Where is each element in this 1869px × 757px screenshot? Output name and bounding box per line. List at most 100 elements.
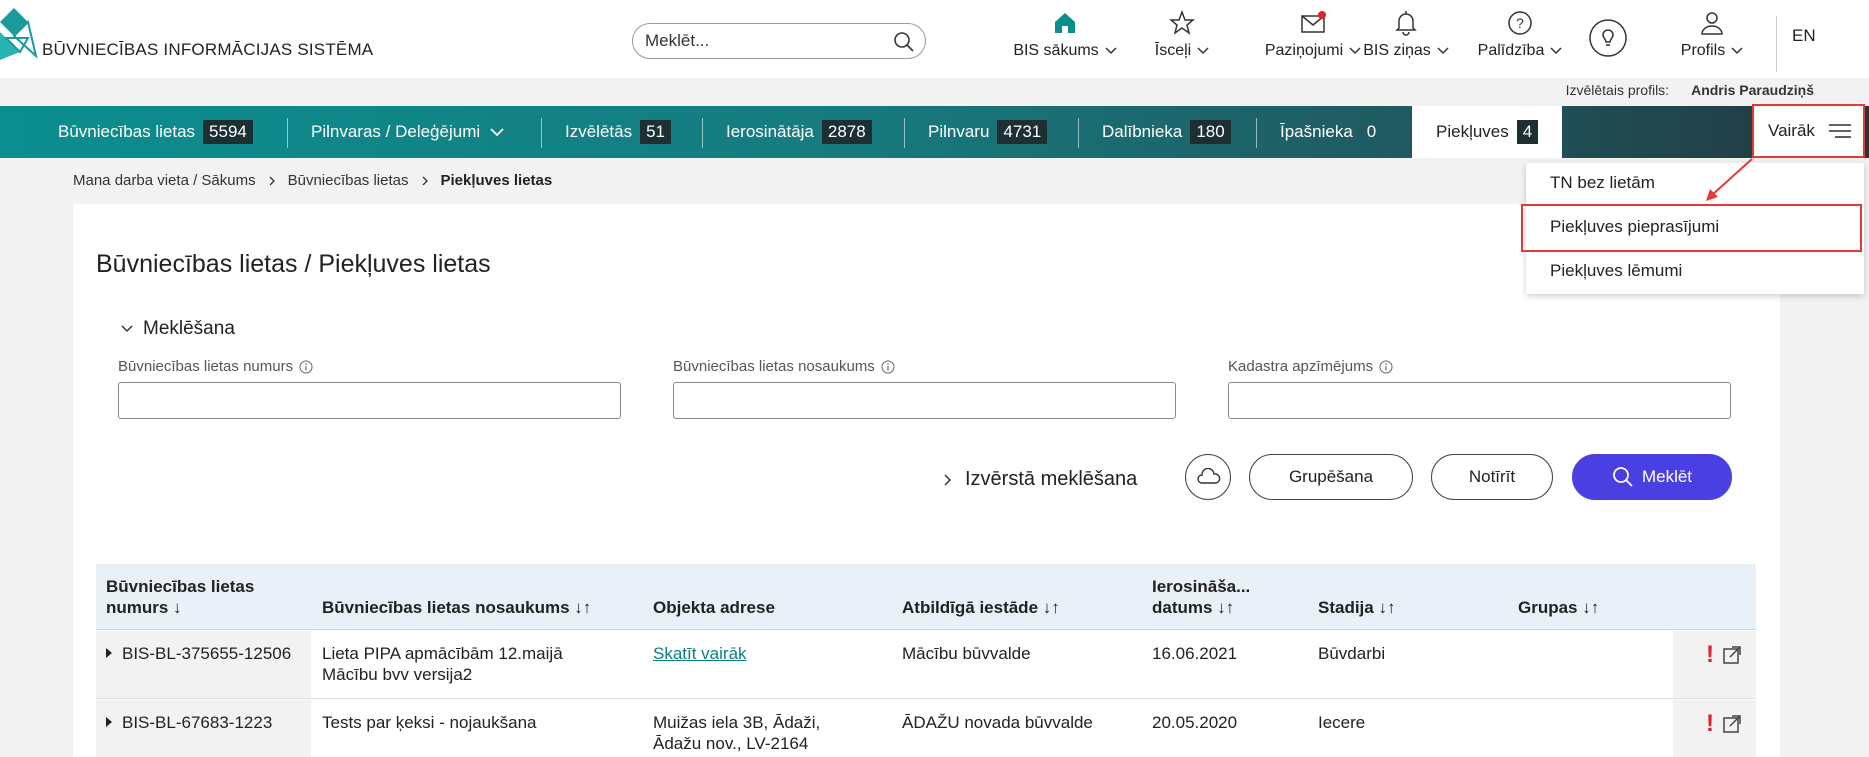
chevron-down-icon — [490, 127, 504, 136]
expand-row-icon[interactable] — [106, 717, 112, 727]
user-icon — [1701, 12, 1723, 35]
nav-help[interactable]: ? Palīdzība — [1470, 10, 1570, 70]
advanced-search-toggle[interactable]: Izvērstā meklēšana — [943, 468, 1137, 491]
info-icon[interactable] — [881, 360, 895, 374]
tab-label: Būvniecības lietas — [58, 122, 196, 141]
svg-text:?: ? — [1516, 15, 1524, 31]
breadcrumb: Mana darba vieta / Sākums Būvniecības li… — [73, 172, 552, 189]
expand-row-icon[interactable] — [106, 648, 112, 658]
help-icon: ? — [1508, 11, 1532, 35]
nav-shortcuts[interactable]: Īsceļi — [1142, 10, 1222, 70]
cadastre-label: Kadastra apzīmējums — [1228, 358, 1393, 375]
tab-divider — [904, 118, 905, 148]
tab-izveletas[interactable]: Izvēlētās 51 — [565, 106, 672, 158]
global-search[interactable] — [632, 23, 926, 59]
selected-profile: Izvēlētais profils: Andris Paraudziņš — [1566, 82, 1814, 98]
initiation-date: 16.06.2021 — [1152, 644, 1238, 663]
nav-bis-news[interactable]: BIS ziņas — [1356, 10, 1456, 70]
search-button[interactable]: Meklēt — [1572, 454, 1732, 500]
tab-pilnvaras[interactable]: Pilnvaras / Deleģējumi — [311, 106, 504, 158]
nav-profile[interactable]: Profils — [1672, 10, 1752, 70]
info-icon[interactable] — [299, 360, 313, 374]
chevron-down-icon — [121, 325, 133, 333]
tab-ierosinataja[interactable]: Ierosinātāja 2878 — [726, 106, 872, 158]
menu-item-access-decisions[interactable]: Piekļuves lēmumi — [1550, 261, 1682, 281]
field-label-text: Būvniecības lietas nosaukums — [673, 358, 875, 375]
profile-name[interactable]: Andris Paraudziņš — [1691, 82, 1814, 98]
tab-label: Pilnvaru — [928, 122, 990, 141]
annotation-arrow-icon — [1706, 158, 1753, 201]
mail-icon — [1301, 11, 1326, 33]
grouping-button[interactable]: Grupēšana — [1249, 454, 1413, 500]
chevron-down-icon — [1437, 47, 1449, 54]
search-input[interactable] — [645, 30, 885, 52]
nav-label: Profils — [1680, 42, 1726, 59]
column-header-address: Objekta adrese — [653, 598, 775, 617]
case-tabs: Būvniecības lietas 5594 Pilnvaras / Deleģ… — [0, 106, 1869, 158]
tab-count: 180 — [1190, 120, 1231, 144]
info-icon[interactable] — [1379, 360, 1393, 374]
column-header-groups[interactable]: Grupas ↓↑ — [1518, 597, 1599, 618]
case-name-label: Būvniecības lietas nosaukums — [673, 358, 895, 375]
chevron-down-icon — [1197, 47, 1209, 54]
column-header-stage[interactable]: Stadija ↓↑ — [1318, 597, 1395, 618]
search-button-label: Meklēt — [1641, 467, 1693, 486]
more-menu-button[interactable]: Vairāk — [1752, 104, 1865, 158]
column-header-number[interactable]: Būvniecības lietas numurs ↓ — [106, 576, 296, 618]
saved-search-button[interactable] — [1185, 454, 1231, 500]
language-switch[interactable]: EN — [1792, 26, 1816, 46]
chevron-down-icon — [1550, 47, 1562, 54]
case-number-input[interactable] — [118, 382, 621, 419]
case-number-label: Būvniecības lietas numurs — [118, 358, 313, 375]
tab-label: Pilnvaras / Deleģējumi — [311, 122, 481, 141]
tab-dalibnieka[interactable]: Dalībnieka 180 — [1102, 106, 1231, 158]
stage: Būvdarbi — [1318, 644, 1386, 663]
table-row[interactable]: BIS-BL-375655-12506 Lieta PIPA apmācībām… — [96, 631, 1756, 699]
tab-pilnvaru[interactable]: Pilnvaru 4731 — [928, 106, 1048, 158]
field-label-text: Kadastra apzīmējums — [1228, 358, 1374, 375]
search-section-toggle[interactable]: Meklēšana — [121, 318, 235, 340]
column-header-date[interactable]: Ierosināša... datums ↓↑ — [1152, 576, 1272, 618]
initiation-date: 20.05.2020 — [1152, 713, 1238, 732]
row-actions — [1673, 700, 1756, 757]
open-external-icon[interactable] — [1722, 714, 1742, 734]
header-divider — [1776, 16, 1777, 72]
search-section-title: Meklēšana — [143, 318, 235, 339]
bis-logo-icon[interactable] — [0, 8, 40, 60]
table-row[interactable]: BIS-BL-67683-1223 Tests par ķeksi - noja… — [96, 700, 1756, 757]
cadastre-input[interactable] — [1228, 382, 1731, 419]
nav-label: BIS sākums — [1013, 42, 1099, 59]
app-title[interactable]: BŪVNIECĪBAS INFORMĀCIJAS SISTĒMA — [42, 40, 373, 60]
breadcrumb-item-cases[interactable]: Būvniecības lietas — [288, 172, 409, 189]
hamburger-icon — [1828, 124, 1851, 138]
nav-notifications[interactable]: Paziņojumi — [1258, 10, 1368, 70]
case-name-input[interactable] — [673, 382, 1176, 419]
case-name: Tests par ķeksi - nojaukšana — [322, 713, 537, 732]
main-panel: Būvniecības lietas / Piekļuves lietas Me… — [73, 204, 1780, 757]
menu-item-tn-bez-lietam[interactable]: TN bez lietām — [1550, 173, 1655, 193]
warning-icon: ! — [1706, 710, 1714, 737]
tab-count: 2878 — [821, 120, 872, 144]
breadcrumb-item-home[interactable]: Mana darba vieta / Sākums — [73, 172, 256, 189]
tab-buvniecibas-lietas[interactable]: Būvniecības lietas 5594 — [58, 106, 253, 158]
lightbulb-icon — [1589, 19, 1627, 57]
chevron-down-icon — [1105, 47, 1117, 54]
clear-button[interactable]: Notīrīt — [1431, 454, 1553, 500]
top-header: BŪVNIECĪBAS INFORMĀCIJAS SISTĒMA BIS sāk… — [0, 0, 1869, 78]
column-header-authority[interactable]: Atbildīgā iestāde ↓↑ — [902, 597, 1060, 618]
tab-label: Ierosinātāja — [726, 122, 814, 141]
address-show-more-link[interactable]: Skatīt vairāk — [653, 643, 747, 664]
tab-piekluves[interactable]: Piekļuves 4 — [1412, 106, 1563, 158]
chevron-down-icon — [1731, 47, 1743, 54]
open-external-icon[interactable] — [1722, 645, 1742, 665]
search-icon[interactable] — [893, 31, 915, 53]
nav-ideas[interactable] — [1586, 18, 1630, 78]
star-icon — [1169, 10, 1195, 35]
breadcrumb-item-current: Piekļuves lietas — [440, 172, 553, 189]
tab-ipasnieka[interactable]: Īpašnieka 0 — [1280, 106, 1382, 158]
chevron-right-icon — [422, 176, 428, 185]
nav-bis-home[interactable]: BIS sākums — [1010, 10, 1120, 70]
tab-divider — [541, 118, 542, 148]
nav-label: Palīdzība — [1477, 42, 1545, 59]
column-header-name[interactable]: Būvniecības lietas nosaukums ↓↑ — [322, 597, 591, 618]
